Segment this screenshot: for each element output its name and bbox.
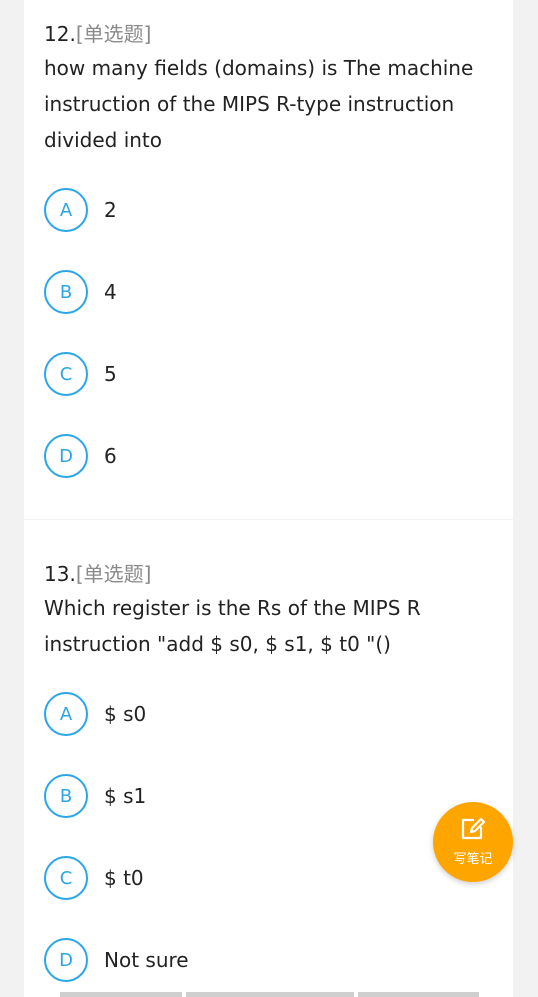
question-number: 12. (44, 22, 76, 46)
question-card-13: 13.[单选题] Which register is the Rs of the… (24, 520, 513, 997)
write-note-label: 写笔记 (453, 852, 493, 867)
option-text: 6 (104, 444, 117, 468)
tab-segment[interactable] (358, 992, 479, 997)
option-text: $ t0 (104, 866, 144, 890)
option-letter-badge: D (44, 938, 88, 982)
option-text: Not sure (104, 948, 189, 972)
option-letter-badge: A (44, 188, 88, 232)
option-d[interactable]: D 6 (44, 434, 484, 478)
option-letter-badge: D (44, 434, 88, 478)
question-header: 12.[单选题] (44, 18, 151, 47)
option-text: 2 (104, 198, 117, 222)
question-text: how many fields (domains) is The machine… (44, 56, 474, 152)
option-letter-badge: A (44, 692, 88, 736)
option-text: $ s0 (104, 702, 147, 726)
question-type: [单选题] (75, 22, 152, 46)
question-number: 13. (44, 562, 76, 586)
question-header: 13.[单选题] (44, 558, 151, 587)
option-b[interactable]: B $ s1 (44, 774, 484, 818)
option-letter-badge: C (44, 352, 88, 396)
option-letter-badge: B (44, 270, 88, 314)
question-card-12: 12.[单选题] how many fields (domains) is Th… (24, 0, 513, 519)
write-note-button[interactable]: 写笔记 (433, 802, 513, 882)
option-c[interactable]: C 5 (44, 352, 484, 396)
option-letter-badge: B (44, 774, 88, 818)
tab-segment[interactable] (186, 992, 354, 997)
edit-note-icon (461, 817, 486, 840)
tab-segment[interactable] (60, 992, 182, 997)
option-letter-badge: C (44, 856, 88, 900)
question-type: [单选题] (75, 562, 152, 586)
option-text: 5 (104, 362, 117, 386)
option-a[interactable]: A 2 (44, 188, 484, 232)
option-text: 4 (104, 280, 117, 304)
option-text: $ s1 (104, 784, 147, 808)
question-text: Which register is the Rs of the MIPS R i… (44, 596, 421, 656)
option-b[interactable]: B 4 (44, 270, 484, 314)
option-c[interactable]: C $ t0 (44, 856, 484, 900)
option-d[interactable]: D Not sure (44, 938, 484, 982)
option-a[interactable]: A $ s0 (44, 692, 484, 736)
